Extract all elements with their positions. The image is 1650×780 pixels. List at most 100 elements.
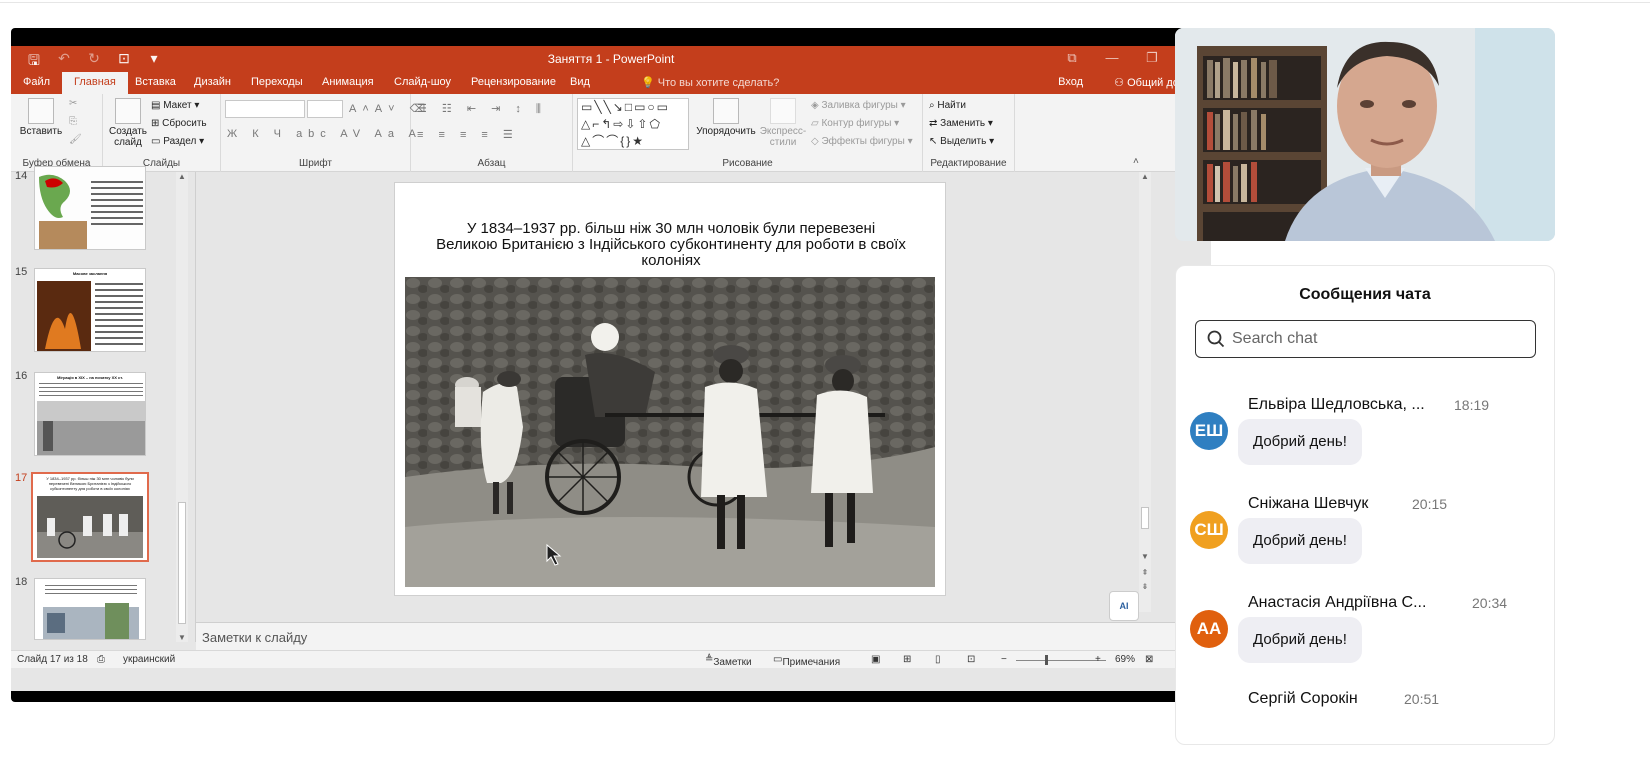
avatar[interactable]: СШ	[1190, 511, 1228, 549]
thumb-title: Масове заслання	[72, 271, 108, 276]
align-buttons[interactable]: ≡ ≡ ≡ ≡ ☰	[417, 128, 519, 141]
tab-animations[interactable]: Анимация	[322, 76, 374, 88]
minimize-icon[interactable]: —	[1103, 50, 1121, 66]
comments-toggle-button[interactable]: ▭ Примечания	[773, 654, 840, 668]
cut-icon[interactable]: ✂	[69, 98, 77, 109]
scroll-thumb[interactable]	[178, 502, 186, 624]
shapes-gallery[interactable]: ▭╲╲↘□▭○▭ △⌐↰⇨⇩⇧⬠ △⌒⌒{}★	[577, 98, 689, 150]
normal-view-icon[interactable]: ▣	[871, 654, 880, 665]
quick-styles-button[interactable]: Экспресс-стили	[757, 98, 809, 148]
tab-slideshow[interactable]: Слайд-шоу	[394, 76, 451, 88]
quick-styles-icon	[770, 98, 796, 124]
slide-notes-pane[interactable]: Заметки к слайду	[196, 622, 1196, 650]
avatar[interactable]: АА	[1190, 610, 1228, 648]
slide-thumb-18[interactable]	[34, 578, 146, 640]
status-bar: Слайд 17 из 18 ⎙ украинский ≜ Заметки ▭ …	[11, 650, 1211, 668]
window-title: Заняття 1 - PowerPoint	[547, 52, 675, 66]
font-size-input[interactable]	[307, 100, 343, 118]
tab-transitions[interactable]: Переходы	[251, 76, 303, 88]
paste-button[interactable]: Вставить	[17, 98, 65, 137]
search-chat-field[interactable]	[1195, 320, 1536, 358]
layout-button[interactable]: ▤ Макет ▾	[151, 100, 199, 111]
language-indicator[interactable]: украинский	[123, 654, 175, 665]
clipboard-icon	[28, 98, 54, 124]
ribbon-display-icon[interactable]: ⧉	[1063, 50, 1081, 66]
tell-me-box[interactable]: 💡 Что вы хотите сделать?	[641, 76, 779, 89]
search-icon	[1207, 330, 1225, 348]
zoom-out-icon[interactable]: −	[1001, 654, 1007, 665]
slide-thumb-17[interactable]: У 1834–1937 рр. більш ніж 30 млн чоловік…	[31, 472, 149, 562]
editing-group: ⌕ Найти ⇄ Заменить ▾ ↖ Выделить ▾ Редакт…	[923, 94, 1015, 172]
reset-button[interactable]: ⊞ Сбросить	[151, 118, 207, 129]
select-button[interactable]: ↖ Выделить ▾	[929, 136, 994, 147]
font-name-input[interactable]	[225, 100, 305, 118]
restore-icon[interactable]: ❐	[1143, 50, 1161, 66]
replace-button[interactable]: ⇄ Заменить ▾	[929, 118, 993, 129]
new-slide-button[interactable]: Создать слайд	[107, 98, 149, 148]
search-chat-input[interactable]	[1232, 328, 1522, 350]
tab-insert[interactable]: Вставка	[135, 76, 176, 88]
copy-icon[interactable]: ⎘	[69, 116, 77, 127]
collapse-ribbon-icon[interactable]: ˄	[1133, 156, 1139, 167]
format-painter-icon[interactable]: 🖌	[69, 134, 82, 145]
shared-screen: 🖫 ↶ ↻ ⊡ ▾ Заняття 1 - PowerPoint ⧉ — ❐ ✕…	[11, 28, 1211, 702]
zoom-slider[interactable]	[1016, 660, 1106, 661]
scroll-up-icon[interactable]: ▲	[1139, 172, 1151, 181]
shape-effects-button[interactable]: ◇ Эффекты фигуры ▾	[811, 136, 913, 147]
tab-review[interactable]: Рецензирование	[471, 76, 556, 88]
tab-view[interactable]: Вид	[570, 76, 590, 88]
map-thumbnail-image	[35, 167, 145, 249]
reading-view-icon[interactable]: ▯	[935, 654, 941, 665]
sign-in-link[interactable]: Вход	[1058, 76, 1083, 88]
slide-title-text[interactable]: У 1834–1937 рр. більш ніж 30 млн чоловік…	[435, 221, 907, 269]
city-thumbnail-image	[43, 585, 139, 639]
previous-slide-icon[interactable]: ⇞	[1139, 568, 1151, 577]
zoom-slider-knob[interactable]	[1045, 655, 1048, 665]
shape-fill-button[interactable]: ◈ Заливка фигуры ▾	[811, 100, 906, 111]
tab-file[interactable]: Файл	[23, 76, 50, 88]
thumb-number: 18	[15, 576, 28, 588]
slide-thumb-14[interactable]: Міграція в XVI–XVIII ст.	[34, 166, 146, 250]
fit-to-window-icon[interactable]: ⊠	[1145, 654, 1153, 665]
person-icon: ⚇	[1114, 77, 1125, 89]
chat-panel: Сообщения чата ЕШ Ельвіра Шедловська, ..…	[1175, 265, 1555, 745]
drawing-group-label: Рисование	[722, 158, 773, 169]
paragraph-group-label: Абзац	[477, 158, 506, 169]
arrange-button[interactable]: Упорядочить	[695, 98, 757, 137]
scroll-up-icon[interactable]: ▲	[176, 172, 188, 181]
scroll-down-icon[interactable]: ▼	[1139, 552, 1151, 561]
sender-name: Ельвіра Шедловська, ...	[1248, 396, 1425, 413]
presenter-video	[1175, 28, 1555, 241]
slide-scrollbar[interactable]: ▲ ▼ ⇞ ⇟	[1139, 172, 1151, 612]
ai-assistant-icon[interactable]: AI	[1109, 591, 1139, 621]
notes-toggle-button[interactable]: ≜ Заметки	[705, 654, 752, 668]
slideshow-view-icon[interactable]: ⊡	[967, 654, 975, 665]
font-format-buttons[interactable]: Ж К Ч abc AV Aa A	[227, 128, 422, 140]
thumbnails-scrollbar[interactable]: ▲ ▼	[176, 172, 188, 642]
scroll-down-icon[interactable]: ▼	[176, 633, 188, 642]
tab-home[interactable]: Главная	[62, 72, 128, 94]
current-slide[interactable]: У 1834–1937 рр. більш ніж 30 млн чоловік…	[394, 182, 946, 596]
section-button[interactable]: ▭ Раздел ▾	[151, 136, 204, 147]
spellcheck-icon[interactable]: ⎙	[97, 654, 105, 665]
next-slide-icon[interactable]: ⇟	[1139, 582, 1151, 591]
rickshaw-photo-image	[405, 277, 935, 587]
slide-sorter-icon[interactable]: ⊞	[903, 654, 911, 665]
zoom-in-icon[interactable]: +	[1095, 654, 1101, 665]
drawing-group: ▭╲╲↘□▭○▭ △⌐↰⇨⇩⇧⬠ △⌒⌒{}★ Упорядочить Экспре…	[573, 94, 923, 172]
message-time: 20:51	[1404, 691, 1440, 707]
scroll-thumb[interactable]	[1141, 507, 1149, 529]
shape-outline-button[interactable]: ▱ Контур фигуры ▾	[811, 118, 899, 129]
chat-title: Сообщения чата	[1299, 286, 1431, 303]
slide-thumb-16[interactable]: Міграція в XIX – на початку XX ст.	[34, 372, 146, 456]
ribbon: Вставить ✂ ⎘ 🖌 Буфер обмена Создать слайд…	[11, 94, 1211, 172]
zoom-level[interactable]: 69%	[1115, 654, 1135, 665]
tab-design[interactable]: Дизайн	[194, 76, 231, 88]
slide-thumbnails-pane: 14 Міграція в XVI–XVIII ст. 15 М	[11, 166, 196, 642]
slides-group: Создать слайд ▤ Макет ▾ ⊞ Сбросить ▭ Разд…	[103, 94, 221, 172]
slide-thumb-15[interactable]: Масове заслання	[34, 268, 146, 352]
find-button[interactable]: ⌕ Найти	[929, 100, 966, 111]
list-buttons[interactable]: ☰ ☷ ⇤ ⇥ ↕ ⫼	[417, 102, 547, 116]
rickshaw-photo[interactable]	[405, 277, 935, 587]
avatar[interactable]: ЕШ	[1190, 412, 1228, 450]
